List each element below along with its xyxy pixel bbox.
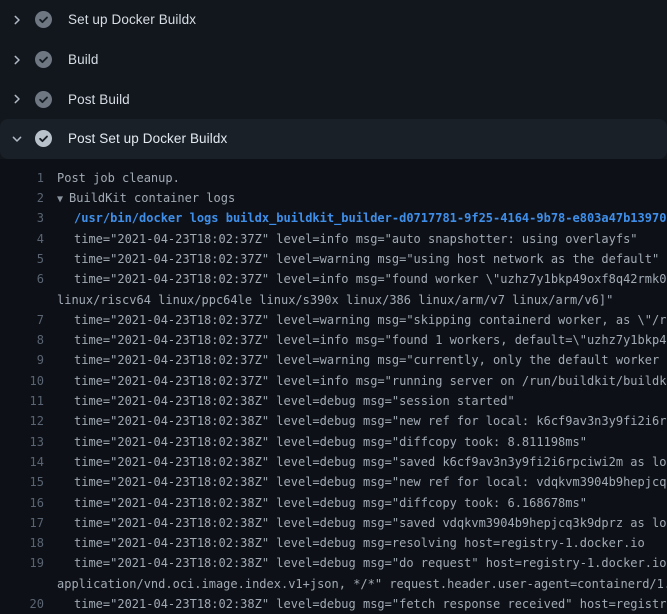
- log-line-text: time="2021-04-23T18:02:37Z" level=warnin…: [74, 310, 667, 330]
- step-label: Post Build: [68, 92, 130, 107]
- log-line-number[interactable]: 20: [0, 594, 44, 614]
- log-line-text: time="2021-04-23T18:02:37Z" level=info m…: [74, 269, 667, 289]
- chevron-right-icon: [11, 93, 23, 105]
- check-circle-icon: [35, 51, 52, 68]
- step-row[interactable]: Set up Docker Buildx: [0, 0, 667, 40]
- log-line: 18 time="2021-04-23T18:02:38Z" level=deb…: [0, 533, 667, 553]
- log-line-number[interactable]: 7: [0, 310, 44, 330]
- log-line: 13 time="2021-04-23T18:02:38Z" level=deb…: [0, 432, 667, 452]
- check-circle-icon: [35, 11, 52, 28]
- log-line: 10 time="2021-04-23T18:02:37Z" level=inf…: [0, 371, 667, 391]
- log-line: 16 time="2021-04-23T18:02:38Z" level=deb…: [0, 493, 667, 513]
- log-line: 4 time="2021-04-23T18:02:37Z" level=info…: [0, 229, 667, 249]
- log-line-number[interactable]: 13: [0, 432, 44, 452]
- log-line-number[interactable]: 15: [0, 472, 44, 492]
- log-line-number[interactable]: [0, 574, 44, 594]
- step-row[interactable]: Post Build: [0, 79, 667, 119]
- log-line-number[interactable]: 6: [0, 269, 44, 289]
- log-line: 17 time="2021-04-23T18:02:38Z" level=deb…: [0, 513, 667, 533]
- log-line: 2 ▼BuildKit container logs: [0, 188, 667, 208]
- log-line-number[interactable]: 14: [0, 452, 44, 472]
- log-line: 9 time="2021-04-23T18:02:37Z" level=warn…: [0, 350, 667, 370]
- log-line-number[interactable]: 9: [0, 350, 44, 370]
- chevron-right-icon: [11, 54, 23, 66]
- collapse-group-toggle-icon[interactable]: ▼: [57, 194, 63, 205]
- steps-list: Set up Docker Buildx Build Post Buil: [0, 0, 667, 159]
- log-line-text: linux/riscv64 linux/ppc64le linux/s390x …: [57, 290, 613, 310]
- step-label: Post Set up Docker Buildx: [68, 131, 227, 146]
- log-line-text: time="2021-04-23T18:02:38Z" level=debug …: [74, 513, 667, 533]
- log-line-number[interactable]: 8: [0, 330, 44, 350]
- log-line-continuation: linux/riscv64 linux/ppc64le linux/s390x …: [0, 290, 667, 310]
- log-line-text: ▼BuildKit container logs: [57, 188, 235, 208]
- chevron-down-icon: [11, 133, 23, 145]
- actions-log-viewer: Set up Docker Buildx Build Post Buil: [0, 0, 667, 614]
- log-line-number[interactable]: 18: [0, 533, 44, 553]
- log-line-number[interactable]: 11: [0, 391, 44, 411]
- log-line-text: time="2021-04-23T18:02:38Z" level=debug …: [74, 411, 667, 431]
- log-line-text: time="2021-04-23T18:02:38Z" level=debug …: [74, 553, 667, 573]
- log-line: 3 /usr/bin/docker logs buildx_buildkit_b…: [0, 208, 667, 228]
- log-line-number[interactable]: 5: [0, 249, 44, 269]
- log-line-text: time="2021-04-23T18:02:38Z" level=debug …: [74, 472, 667, 492]
- step-label: Build: [68, 52, 99, 67]
- log-line: 6 time="2021-04-23T18:02:37Z" level=info…: [0, 269, 667, 289]
- log-line-text: time="2021-04-23T18:02:38Z" level=debug …: [74, 594, 667, 614]
- log-line: 5 time="2021-04-23T18:02:37Z" level=warn…: [0, 249, 667, 269]
- check-circle-icon: [35, 130, 52, 147]
- log-line-text: time="2021-04-23T18:02:37Z" level=info m…: [74, 229, 638, 249]
- log-line: 8 time="2021-04-23T18:02:37Z" level=info…: [0, 330, 667, 350]
- log-line: 14 time="2021-04-23T18:02:38Z" level=deb…: [0, 452, 667, 472]
- log-line-text: time="2021-04-23T18:02:38Z" level=debug …: [74, 533, 645, 553]
- log-line-number[interactable]: 17: [0, 513, 44, 533]
- step-row[interactable]: Post Set up Docker Buildx: [0, 119, 667, 159]
- log-line: 1 Post job cleanup.: [0, 168, 667, 188]
- check-circle-icon: [35, 91, 52, 108]
- log-line-number[interactable]: 1: [0, 168, 44, 188]
- log-line: 12 time="2021-04-23T18:02:38Z" level=deb…: [0, 411, 667, 431]
- log-line-text: time="2021-04-23T18:02:38Z" level=debug …: [74, 452, 667, 472]
- log-line-text: time="2021-04-23T18:02:37Z" level=info m…: [74, 330, 667, 350]
- log-line-text: application/vnd.oci.image.index.v1+json,…: [57, 574, 667, 594]
- log-line: 19 time="2021-04-23T18:02:38Z" level=deb…: [0, 553, 667, 573]
- log-line-text: Post job cleanup.: [57, 168, 180, 188]
- log-line-text: time="2021-04-23T18:02:38Z" level=debug …: [74, 432, 587, 452]
- log-line-text: time="2021-04-23T18:02:38Z" level=debug …: [74, 493, 587, 513]
- log-area: 1 Post job cleanup. 2 ▼BuildKit containe…: [0, 159, 667, 614]
- log-line-text: /usr/bin/docker logs buildx_buildkit_bui…: [74, 208, 666, 228]
- step-row[interactable]: Build: [0, 40, 667, 80]
- log-line-number[interactable]: 3: [0, 208, 44, 228]
- log-line-text: time="2021-04-23T18:02:38Z" level=debug …: [74, 391, 515, 411]
- log-line-number[interactable]: 4: [0, 229, 44, 249]
- log-line-number[interactable]: 19: [0, 553, 44, 573]
- log-line-text: time="2021-04-23T18:02:37Z" level=info m…: [74, 371, 667, 391]
- log-line: 7 time="2021-04-23T18:02:37Z" level=warn…: [0, 310, 667, 330]
- step-label: Set up Docker Buildx: [68, 12, 196, 27]
- log-line: 20 time="2021-04-23T18:02:38Z" level=deb…: [0, 594, 667, 614]
- log-line-text: time="2021-04-23T18:02:37Z" level=warnin…: [74, 249, 659, 269]
- log-line: 15 time="2021-04-23T18:02:38Z" level=deb…: [0, 472, 667, 492]
- log-line-number[interactable]: 16: [0, 493, 44, 513]
- log-line-continuation: application/vnd.oci.image.index.v1+json,…: [0, 574, 667, 594]
- chevron-right-icon: [11, 14, 23, 26]
- log-line: 11 time="2021-04-23T18:02:38Z" level=deb…: [0, 391, 667, 411]
- log-line-text: time="2021-04-23T18:02:37Z" level=warnin…: [74, 350, 667, 370]
- log-line-number[interactable]: 10: [0, 371, 44, 391]
- log-line-number[interactable]: 2: [0, 188, 44, 208]
- log-line-number[interactable]: 12: [0, 411, 44, 431]
- log-line-number[interactable]: [0, 290, 44, 310]
